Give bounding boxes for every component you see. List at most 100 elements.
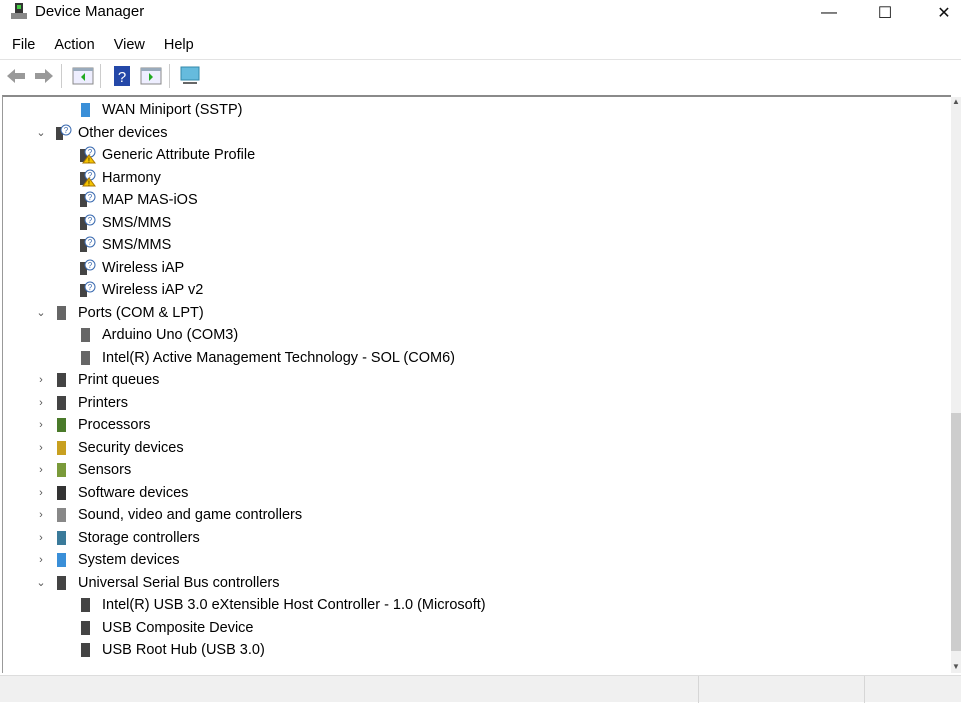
port-icon — [78, 349, 96, 367]
processor-icon — [54, 416, 72, 434]
toolbar-separator — [61, 64, 62, 88]
expand-chevron-icon[interactable]: › — [36, 554, 46, 566]
tree-item[interactable]: › Sensors — [39, 459, 132, 481]
expand-chevron-icon[interactable]: › — [36, 374, 46, 386]
usb-icon — [78, 596, 96, 614]
tree-item-label: MAP MAS-iOS — [102, 192, 198, 208]
tree-item[interactable]: ? Wireless iAP v2 — [78, 279, 203, 301]
scrollbar-thumb[interactable] — [951, 413, 961, 651]
tree-item-label: Software devices — [78, 484, 189, 501]
scan-hardware-icon[interactable] — [179, 65, 201, 87]
svg-text:?: ? — [118, 69, 126, 86]
warning-device-icon: ?! — [78, 169, 96, 187]
svg-text:!: ! — [88, 158, 90, 165]
maximize-button[interactable]: ☐ — [862, 0, 908, 26]
forward-icon[interactable] — [33, 65, 55, 87]
menu-help[interactable]: Help — [164, 34, 194, 56]
action-pane-icon[interactable] — [140, 65, 162, 87]
tree-item[interactable]: ? SMS/MMS — [78, 212, 171, 234]
storage-icon — [54, 529, 72, 547]
tree-item-label: Security devices — [78, 439, 184, 456]
toolbar: ? — [0, 59, 961, 91]
tree-item[interactable]: › Sound, video and game controllers — [39, 504, 303, 526]
expand-chevron-icon[interactable]: › — [36, 397, 46, 409]
tree-item[interactable]: ⌄? Other devices — [36, 122, 168, 144]
tree-item[interactable]: › System devices — [39, 549, 179, 571]
tree-item[interactable]: › Storage controllers — [39, 527, 200, 549]
svg-text:?: ? — [64, 126, 69, 135]
show-hide-console-tree-icon[interactable] — [72, 65, 94, 87]
tree-item-label: Sensors — [78, 462, 132, 478]
tree-item[interactable]: USB Root Hub (USB 3.0) — [78, 639, 265, 661]
svg-text:?: ? — [88, 283, 93, 292]
tree-item-label: SMS/MMS — [102, 214, 172, 231]
collapse-chevron-icon[interactable]: ⌄ — [36, 306, 46, 319]
expand-chevron-icon[interactable]: › — [36, 442, 46, 454]
tree-item[interactable]: USB Composite Device — [78, 617, 254, 639]
device-manager-icon — [11, 3, 27, 19]
tree-item[interactable]: › Software devices — [39, 482, 189, 504]
back-icon[interactable] — [5, 65, 27, 87]
tree-item[interactable]: Intel(R) Active Management Technology - … — [78, 347, 455, 369]
unknown-device-icon: ? — [78, 236, 96, 254]
title-bar: Device Manager — ☐ ✕ — [0, 0, 961, 28]
unknown-device-icon: ? — [78, 281, 96, 299]
svg-text:?: ? — [88, 261, 93, 270]
tree-item-label: USB Composite Device — [102, 619, 254, 636]
tree-item[interactable]: Arduino Uno (COM3) — [78, 324, 238, 346]
scroll-down-icon[interactable]: ▼ — [951, 662, 961, 671]
svg-text:?: ? — [88, 193, 93, 202]
tree-item-label: Processors — [78, 417, 151, 433]
expand-chevron-icon[interactable]: › — [36, 464, 46, 476]
status-bar — [0, 675, 961, 703]
tree-item[interactable]: ⌄ Ports (COM & LPT) — [36, 302, 203, 324]
device-tree: WAN Miniport (SSTP) ⌄? Other devices?! Gene… — [2, 95, 951, 673]
tree-item[interactable]: › Processors — [39, 414, 151, 436]
software-device-icon — [54, 484, 72, 502]
expand-chevron-icon[interactable]: › — [36, 487, 46, 499]
expand-chevron-icon[interactable]: › — [36, 419, 46, 431]
toolbar-separator — [169, 64, 170, 88]
network-icon — [78, 101, 96, 119]
svg-text:?: ? — [88, 216, 93, 225]
vertical-scrollbar[interactable]: ▲ ▼ — [951, 97, 961, 673]
tree-item-label: Other devices — [78, 124, 168, 141]
tree-item[interactable]: ? Wireless iAP — [78, 257, 184, 279]
minimize-button[interactable]: — — [806, 0, 852, 26]
tree-item-label: Sound, video and game controllers — [78, 507, 303, 523]
help-icon[interactable]: ? — [111, 65, 133, 87]
scroll-up-icon[interactable]: ▲ — [951, 97, 961, 106]
tree-item-label: Harmony — [102, 169, 161, 186]
tree-item-label: Wireless iAP v2 — [102, 282, 204, 298]
tree-item[interactable]: › Security devices — [39, 437, 184, 459]
status-pane — [864, 676, 865, 703]
menu-bar: File Action View Help — [0, 34, 201, 56]
tree-item-label: SMS/MMS — [102, 237, 172, 253]
tree-item-label: Generic Attribute Profile — [102, 147, 256, 163]
tree-item[interactable]: › Printers — [39, 392, 128, 414]
tree-item[interactable]: ⌄ Universal Serial Bus controllers — [36, 572, 279, 594]
tree-item[interactable]: ? SMS/MMS — [78, 234, 171, 256]
close-button[interactable]: ✕ — [921, 0, 961, 26]
menu-file[interactable]: File — [12, 34, 35, 56]
tree-item[interactable]: ?! Harmony — [78, 167, 161, 189]
menu-view[interactable]: View — [114, 34, 145, 56]
security-icon — [54, 439, 72, 457]
expand-chevron-icon[interactable]: › — [36, 532, 46, 544]
toolbar-separator — [100, 64, 101, 88]
tree-item-label: USB Root Hub (USB 3.0) — [102, 642, 265, 658]
tree-item[interactable]: ? MAP MAS-iOS — [78, 189, 198, 211]
status-pane — [698, 676, 699, 703]
tree-item[interactable]: Intel(R) USB 3.0 eXtensible Host Control… — [78, 594, 486, 616]
collapse-chevron-icon[interactable]: ⌄ — [36, 126, 46, 139]
tree-item[interactable]: › Print queues — [39, 369, 159, 391]
tree-item-label: Wireless iAP — [102, 259, 185, 276]
expand-chevron-icon[interactable]: › — [36, 509, 46, 521]
tree-item-label: Arduino Uno (COM3) — [102, 327, 239, 343]
collapse-chevron-icon[interactable]: ⌄ — [36, 576, 46, 589]
tree-item[interactable]: ?! Generic Attribute Profile — [78, 144, 255, 166]
tree-item[interactable]: WAN Miniport (SSTP) — [78, 99, 242, 121]
system-icon — [54, 551, 72, 569]
menu-action[interactable]: Action — [54, 34, 94, 56]
unknown-device-icon: ? — [78, 259, 96, 277]
